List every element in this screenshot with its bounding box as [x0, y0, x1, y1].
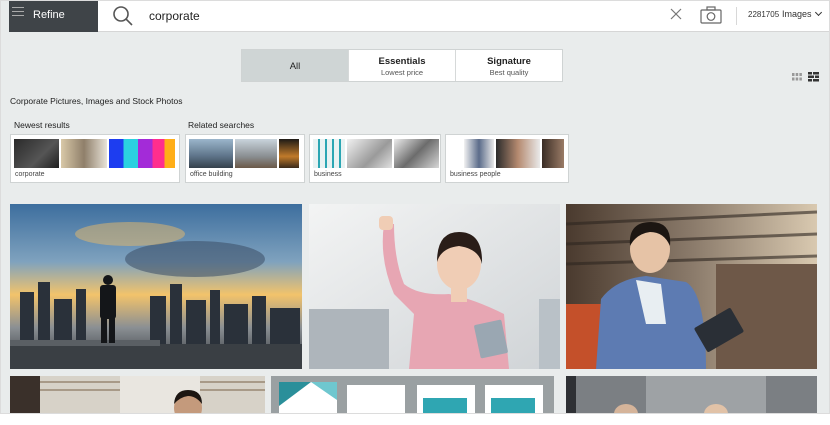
page-title: Corporate Pictures, Images and Stock Pho…	[10, 96, 183, 106]
chevron-down-icon	[814, 8, 822, 17]
tab-essentials[interactable]: Essentials Lowest price	[349, 50, 456, 81]
group-business[interactable]: business	[309, 134, 441, 183]
search-icon[interactable]	[112, 5, 134, 27]
media-type-select[interactable]: Images	[782, 8, 822, 19]
thumb-strip	[189, 139, 299, 168]
photo-celebrating-woman	[309, 204, 560, 369]
thumbnail	[109, 139, 175, 168]
group-caption: corporate	[15, 171, 45, 178]
thumbnail	[61, 139, 107, 168]
refine-label: Refine	[33, 9, 65, 21]
photo-presentation-templates	[271, 376, 554, 413]
thumb-strip	[464, 139, 564, 168]
refine-button[interactable]: Refine	[9, 1, 98, 32]
photo-city-sunset	[10, 204, 302, 369]
photo-business-meeting	[10, 376, 265, 413]
tab-signature[interactable]: Signature Best quality	[456, 50, 562, 81]
photo-businessman-tablet	[566, 204, 817, 369]
mosaic-view-icon[interactable]	[808, 72, 819, 82]
thumbnail	[14, 139, 59, 168]
tab-label: All	[289, 61, 301, 72]
media-type-label: Images	[782, 9, 812, 19]
thumbnail	[496, 139, 540, 168]
thumbnail	[313, 139, 345, 168]
photo-tile[interactable]	[309, 204, 560, 369]
close-icon[interactable]	[669, 7, 683, 21]
group-newest-results[interactable]: corporate	[10, 134, 180, 183]
thumb-strip	[14, 139, 175, 168]
photo-tile[interactable]	[271, 376, 554, 413]
photo-tile[interactable]	[10, 204, 302, 369]
thumb-strip	[313, 139, 439, 168]
tab-all[interactable]: All	[242, 50, 349, 81]
camera-icon[interactable]	[699, 5, 723, 25]
tier-tabs: All Essentials Lowest price Signature Be…	[241, 49, 563, 82]
result-count: 2281705	[748, 10, 780, 19]
group-caption: office building	[190, 171, 233, 178]
thumbnail	[279, 139, 299, 168]
thumbnail	[347, 139, 392, 168]
related-searches-label: Related searches	[188, 120, 255, 130]
photo-tile[interactable]	[566, 204, 817, 369]
group-caption: business	[314, 171, 342, 178]
grid-view-icon[interactable]	[792, 73, 802, 81]
thumbnail	[542, 139, 564, 168]
photo-tile[interactable]	[566, 376, 817, 413]
page-frame: Refine 2281705 Images All Essentials Low…	[0, 0, 830, 414]
tab-label: Signature	[487, 56, 531, 67]
search-input[interactable]	[149, 7, 649, 25]
tab-sublabel: Lowest price	[380, 68, 424, 77]
group-office-building[interactable]: office building	[185, 134, 305, 183]
tab-sublabel: Best quality	[489, 68, 529, 77]
photo-tile[interactable]	[10, 376, 265, 413]
thumbnail	[235, 139, 277, 168]
divider	[736, 7, 737, 25]
thumbnail	[464, 139, 494, 168]
group-business-people[interactable]: business people	[445, 134, 569, 183]
thumbnail	[189, 139, 233, 168]
tab-label: Essentials	[378, 56, 426, 67]
newest-results-label: Newest results	[14, 120, 70, 130]
thumbnail	[394, 139, 439, 168]
photo-office-team	[566, 376, 817, 413]
sliders-icon	[12, 4, 24, 18]
group-caption: business people	[450, 171, 501, 178]
search-bar: Refine 2281705 Images	[9, 1, 829, 32]
